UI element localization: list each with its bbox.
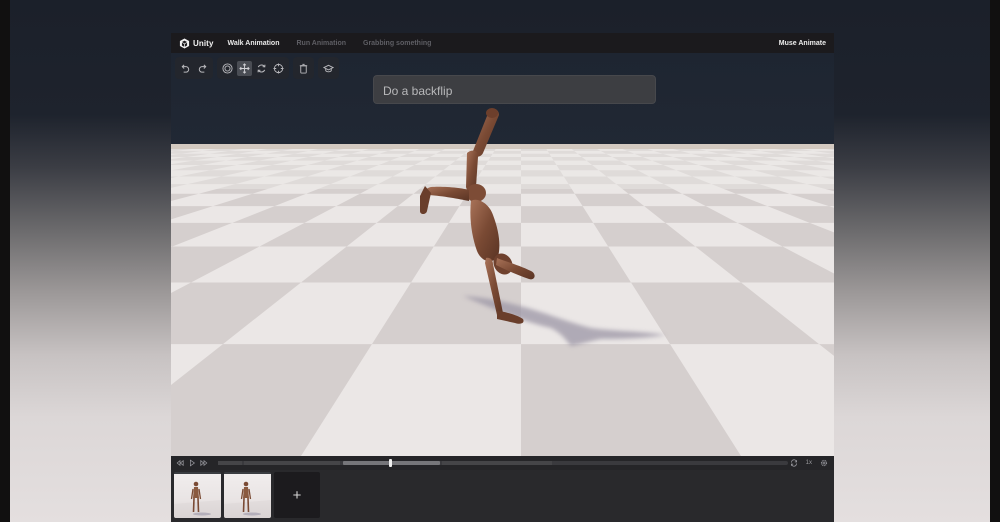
add-clip-button[interactable]: + bbox=[274, 472, 320, 518]
floor-tile bbox=[213, 193, 307, 207]
floor-tile bbox=[232, 206, 337, 223]
undo-icon bbox=[181, 63, 190, 73]
transform-group bbox=[217, 57, 289, 79]
unity-logo[interactable]: Unity bbox=[179, 37, 214, 49]
floor-tile bbox=[301, 246, 434, 283]
trash-icon bbox=[299, 63, 308, 74]
floor-tile bbox=[521, 344, 741, 456]
fast-forward-icon bbox=[200, 459, 208, 467]
redo-button[interactable] bbox=[195, 61, 210, 76]
select-tool-button[interactable] bbox=[220, 61, 235, 76]
floor-tile bbox=[593, 222, 696, 247]
floor-tile bbox=[171, 193, 199, 202]
delete-button[interactable] bbox=[296, 61, 311, 76]
unity-cube-icon bbox=[179, 37, 190, 49]
floor-tile bbox=[171, 206, 213, 220]
crosshair-icon bbox=[273, 62, 284, 74]
floor-tile bbox=[171, 282, 301, 345]
floor-tile bbox=[336, 193, 414, 207]
rewind-icon bbox=[176, 459, 184, 467]
tab-grabbing-something[interactable]: Grabbing something bbox=[363, 40, 431, 47]
move-icon bbox=[239, 62, 250, 74]
gear-icon bbox=[820, 459, 828, 467]
track-segment bbox=[442, 461, 552, 465]
track-segment bbox=[244, 461, 340, 465]
loop-button[interactable] bbox=[788, 457, 800, 469]
scene-viewport[interactable]: Do a backflip bbox=[171, 53, 834, 456]
prompt-input[interactable]: Do a backflip bbox=[373, 75, 656, 104]
settings-button[interactable] bbox=[818, 457, 830, 469]
timeline-options: 1x bbox=[788, 457, 830, 469]
rotate-tool-button[interactable] bbox=[254, 61, 269, 76]
redo-icon bbox=[198, 63, 207, 73]
play-icon bbox=[190, 459, 196, 467]
floor-tile bbox=[171, 246, 260, 283]
clip-thumbnail[interactable] bbox=[174, 472, 221, 518]
loop-icon bbox=[790, 459, 797, 467]
floor-tile bbox=[737, 222, 834, 247]
tab-walk-animation[interactable]: Walk Animation bbox=[228, 40, 280, 47]
floor-tile bbox=[631, 282, 820, 345]
floor-tile bbox=[371, 282, 521, 345]
app-brand: Muse Animate bbox=[778, 39, 826, 47]
floor-tile bbox=[695, 246, 834, 283]
move-tool-button[interactable] bbox=[237, 60, 252, 76]
top-bar: Unity Walk Animation Run Animation Grabb… bbox=[171, 33, 834, 53]
floor-tile bbox=[259, 222, 377, 247]
floor-tile bbox=[376, 206, 460, 223]
tab-run-animation[interactable]: Run Animation bbox=[296, 40, 346, 47]
floor-tile bbox=[459, 193, 521, 207]
floor-tile bbox=[521, 206, 594, 223]
history-group bbox=[175, 57, 213, 79]
clip-preview-figure bbox=[174, 481, 221, 518]
floor-tile bbox=[171, 344, 372, 456]
floor-tile bbox=[682, 193, 768, 207]
play-button[interactable] bbox=[186, 457, 198, 469]
floor-tile bbox=[433, 222, 521, 247]
undo-button[interactable] bbox=[178, 61, 193, 76]
clip-strip: + bbox=[171, 470, 834, 522]
checkered-floor bbox=[171, 149, 834, 456]
target-icon bbox=[222, 62, 233, 74]
playhead[interactable] bbox=[389, 459, 393, 467]
rewind-button[interactable] bbox=[174, 457, 186, 469]
floor-tile bbox=[521, 246, 631, 283]
focus-tool-button[interactable] bbox=[271, 61, 286, 76]
rotate-icon bbox=[257, 64, 266, 72]
fast-forward-button[interactable] bbox=[198, 457, 210, 469]
floor-tile bbox=[171, 222, 233, 247]
playback-speed[interactable]: 1x bbox=[806, 460, 812, 466]
floor-tile bbox=[819, 344, 834, 356]
logo-text: Unity bbox=[193, 38, 214, 48]
clip-thumbnail[interactable] bbox=[224, 472, 271, 518]
floor-haze bbox=[171, 149, 834, 189]
timeline-scrubber[interactable] bbox=[218, 459, 788, 467]
clip-preview-figure bbox=[224, 481, 271, 518]
floor-tile bbox=[574, 193, 645, 207]
delete-group bbox=[293, 57, 314, 79]
muse-animate-window: Unity Walk Animation Run Animation Grabb… bbox=[171, 33, 834, 522]
tutorial-group bbox=[318, 57, 339, 79]
timeline-bar: 1x bbox=[171, 456, 834, 470]
track-segment bbox=[218, 461, 242, 465]
floor-tile bbox=[767, 206, 834, 223]
floor-tile bbox=[789, 193, 834, 207]
floor-grid bbox=[171, 149, 834, 456]
scene-toolbar bbox=[175, 57, 339, 79]
tutorial-icon bbox=[323, 64, 334, 72]
floor-tile bbox=[644, 206, 738, 223]
tutorial-button[interactable] bbox=[321, 61, 336, 76]
